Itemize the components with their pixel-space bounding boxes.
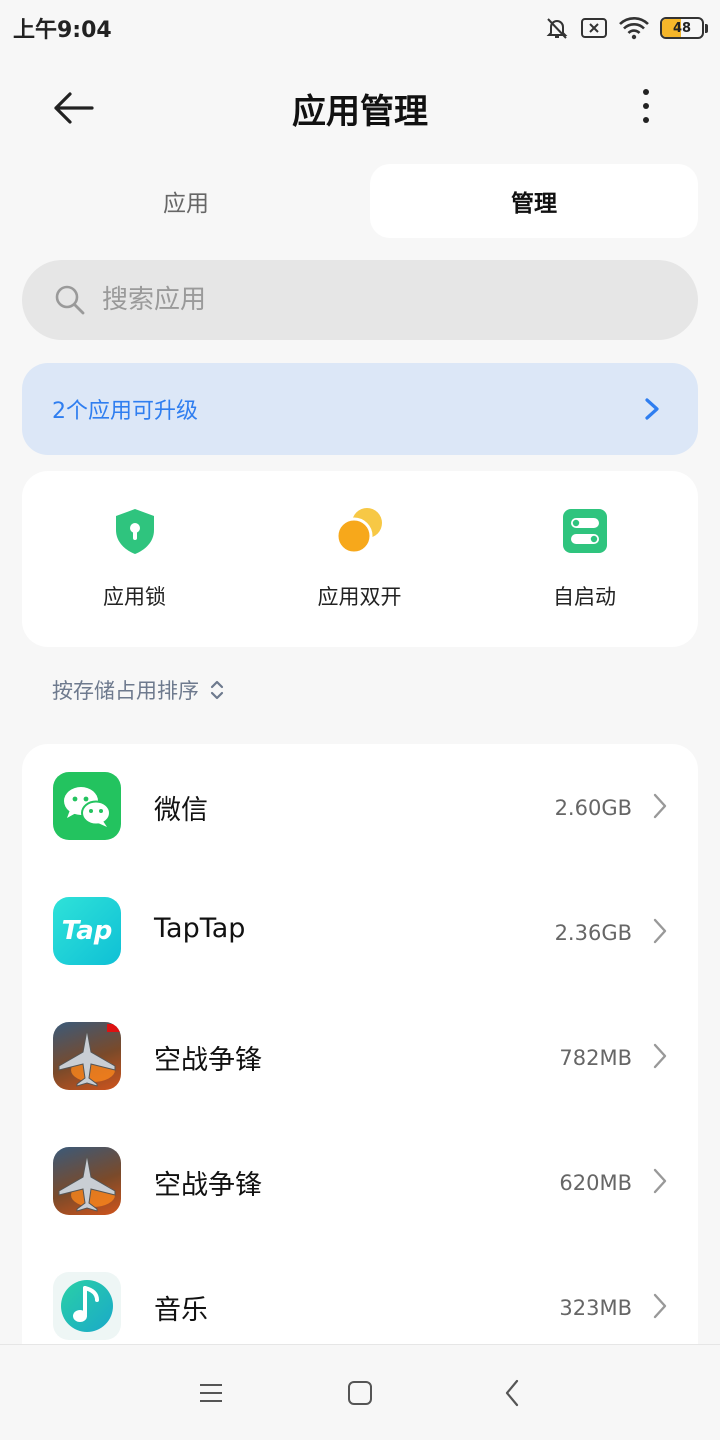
tab-manage[interactable]: 管理 (370, 164, 698, 238)
page-title: 应用管理 (292, 92, 428, 132)
battery-nub (705, 23, 708, 33)
app-row[interactable]: 微信 2.60GB (22, 744, 698, 869)
app-size: 2.60GB (554, 796, 632, 820)
back-chevron-icon (505, 1379, 519, 1407)
search-bar[interactable] (22, 260, 698, 340)
search-input[interactable] (102, 260, 662, 340)
tab-apps[interactable]: 应用 (22, 164, 350, 238)
upgrade-banner-text: 2个应用可升级 (52, 399, 198, 424)
app-name: 空战争锋 (154, 1170, 262, 1201)
dual-circles-icon (335, 508, 382, 555)
app-name: TapTap (154, 913, 246, 944)
back-nav-button[interactable] (494, 1375, 530, 1411)
app-size: 620MB (559, 1171, 632, 1195)
wifi-icon (619, 17, 649, 40)
sort-selector[interactable]: 按存储占用排序 (52, 674, 225, 706)
jet-game-icon (53, 1022, 121, 1090)
navigation-bar (0, 1344, 720, 1440)
shield-lock-icon (115, 509, 154, 554)
status-bar: 上午9:04 48 (0, 0, 720, 56)
tool-autostart[interactable]: 自启动 (472, 471, 697, 647)
home-button[interactable] (342, 1375, 378, 1411)
bell-off-icon (546, 18, 568, 39)
tool-label: 应用双开 (317, 585, 402, 609)
sim-x-icon (581, 18, 607, 38)
app-name: 音乐 (154, 1295, 208, 1326)
jet-game-icon (53, 1147, 121, 1215)
chevron-right-icon (653, 793, 667, 819)
app-name: 空战争锋 (154, 1045, 262, 1076)
app-name: 微信 (154, 795, 208, 826)
app-row[interactable]: 空战争锋 620MB (22, 1119, 698, 1244)
search-icon (55, 285, 85, 315)
back-button[interactable] (48, 82, 100, 134)
more-options-button[interactable] (626, 82, 666, 134)
chevron-right-icon (653, 918, 667, 944)
app-list: 微信 2.60GB Tap TapTap 2.36GB 空战争锋 782MB 空… (22, 744, 698, 1384)
tool-label: 应用锁 (103, 585, 166, 609)
status-time: 上午9:04 (13, 18, 112, 43)
app-size: 2.36GB (554, 921, 632, 945)
upgrade-banner[interactable]: 2个应用可升级 (22, 363, 698, 455)
app-size: 782MB (559, 1046, 632, 1070)
back-arrow-icon (54, 92, 94, 124)
sort-arrows-icon (210, 680, 224, 700)
wechat-icon (53, 772, 121, 840)
music-icon (53, 1272, 121, 1340)
more-vertical-icon (643, 89, 649, 123)
status-icons: 48 (544, 14, 708, 42)
header: 应用管理 (0, 60, 720, 156)
recents-button[interactable] (193, 1375, 229, 1411)
taptap-logo-text: Tap (61, 916, 113, 946)
chevron-right-icon (653, 1168, 667, 1194)
home-square-icon (348, 1381, 372, 1405)
tool-dual-apps[interactable]: 应用双开 (247, 471, 472, 647)
tools-card: 应用锁 应用双开 自启动 (22, 471, 698, 647)
chevron-right-icon (645, 398, 659, 420)
battery-level: 48 (672, 20, 692, 36)
toggle-switch-icon (562, 509, 607, 553)
segmented-tabs: 应用 管理 (22, 164, 698, 238)
menu-icon (200, 1384, 222, 1402)
chevron-right-icon (653, 1293, 667, 1319)
sort-label: 按存储占用排序 (52, 679, 199, 703)
chevron-right-icon (653, 1043, 667, 1069)
app-size: 323MB (559, 1296, 632, 1320)
tool-label: 自启动 (553, 585, 616, 609)
taptap-icon: Tap (53, 897, 121, 965)
tool-app-lock[interactable]: 应用锁 (22, 471, 247, 647)
app-row[interactable]: 空战争锋 782MB (22, 994, 698, 1119)
battery-icon: 48 (660, 17, 704, 39)
app-row[interactable]: Tap TapTap 2.36GB (22, 869, 698, 994)
